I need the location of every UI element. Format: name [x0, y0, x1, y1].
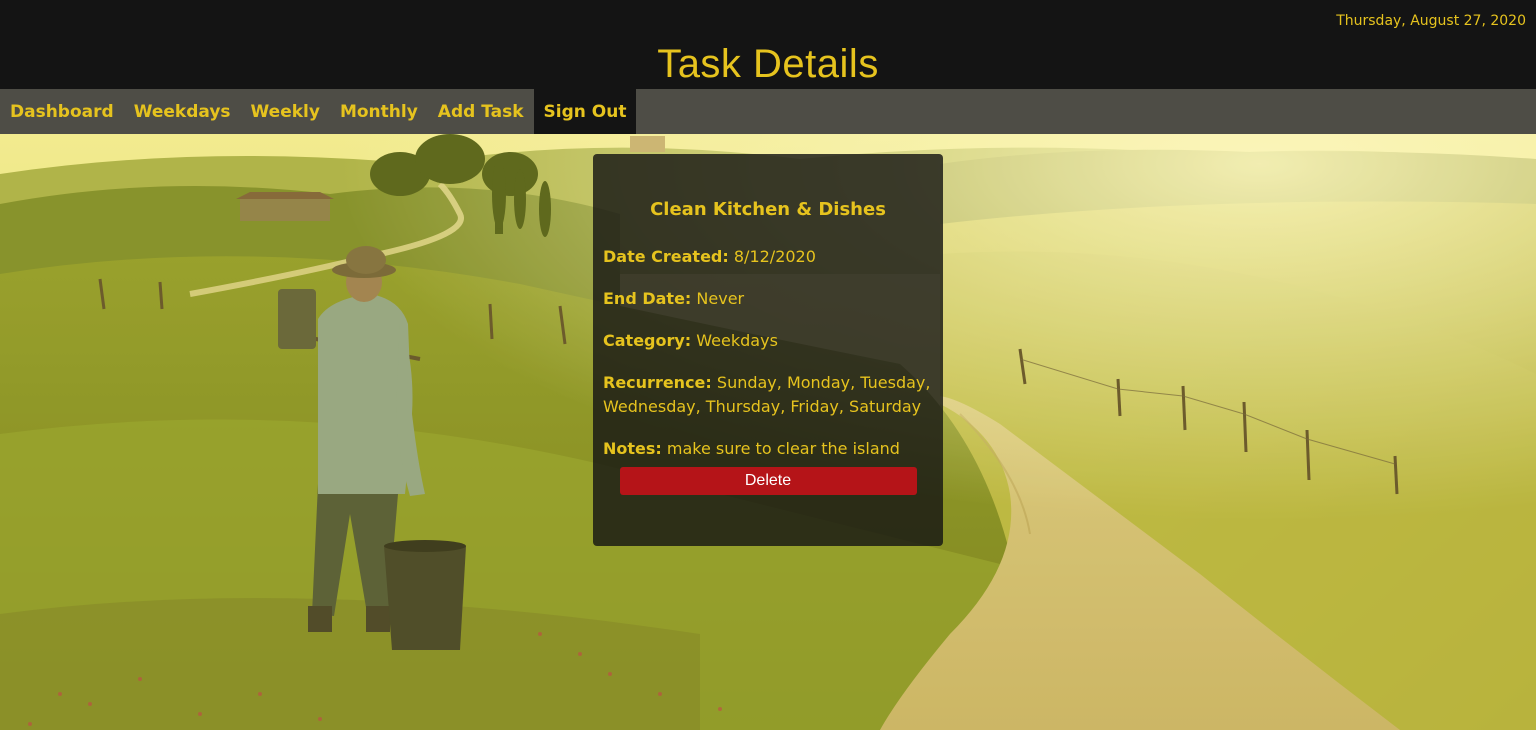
notes-label: Notes:: [603, 439, 662, 458]
notes-row: Notes: make sure to clear the island: [603, 437, 933, 461]
nav-item-weekly[interactable]: Weekly: [241, 89, 330, 134]
recurrence-label: Recurrence:: [603, 373, 712, 392]
category-value: Weekdays: [696, 331, 778, 350]
end-date-row: End Date: Never: [603, 287, 933, 311]
date-created-label: Date Created:: [603, 247, 729, 266]
nav-item-add-task[interactable]: Add Task: [428, 89, 534, 134]
date-created-row: Date Created: 8/12/2020: [603, 245, 933, 269]
category-label: Category:: [603, 331, 692, 350]
delete-button[interactable]: Delete: [619, 467, 917, 495]
task-title: Clean Kitchen & Dishes: [650, 199, 886, 220]
recurrence-row: Recurrence: Sunday, Monday, Tuesday, Wed…: [603, 371, 933, 419]
nav-item-dashboard[interactable]: Dashboard: [0, 89, 124, 134]
nav-item-sign-out[interactable]: Sign Out: [533, 89, 637, 134]
date-created-value: 8/12/2020: [733, 247, 816, 266]
current-date: Thursday, August 27, 2020: [1336, 13, 1526, 29]
header: Thursday, August 27, 2020 Task Details: [0, 0, 1536, 89]
category-row: Category: Weekdays: [603, 329, 933, 353]
nav-item-weekdays[interactable]: Weekdays: [124, 89, 241, 134]
page-title: Task Details: [657, 42, 879, 86]
end-date-value: Never: [696, 289, 745, 308]
task-detail-card: Clean Kitchen & Dishes Date Created: 8/1…: [593, 154, 943, 546]
nav-item-monthly[interactable]: Monthly: [330, 89, 428, 134]
task-details-page: Thursday, August 27, 2020 Task Details D…: [0, 0, 1536, 730]
notes-value: make sure to clear the island: [666, 439, 900, 458]
main-nav: Dashboard Weekdays Weekly Monthly Add Ta…: [0, 89, 1536, 134]
end-date-label: End Date:: [603, 289, 692, 308]
